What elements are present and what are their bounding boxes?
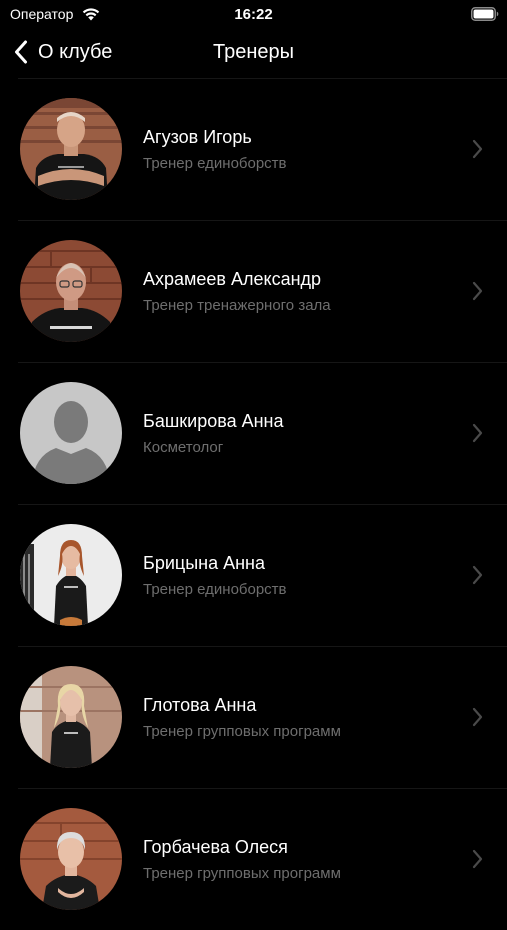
trainer-photo [20, 524, 122, 626]
avatar [20, 666, 122, 768]
trainer-name: Агузов Игорь [143, 127, 252, 147]
trainer-role: Тренер групповых программ [143, 723, 341, 740]
trainer-photo [20, 240, 122, 342]
trainer-role: Тренер единоборств [143, 155, 287, 172]
trainer-role: Косметолог [143, 439, 224, 456]
trainer-photo [20, 98, 122, 200]
placeholder-silhouette-icon [20, 382, 122, 484]
back-button-label: О клубе [38, 40, 113, 63]
chevron-right-icon [472, 281, 483, 301]
battery-icon [471, 7, 499, 21]
chevron-right-icon [472, 849, 483, 869]
chevron-right-icon [472, 139, 483, 159]
trainer-name: Брицына Анна [143, 553, 265, 573]
chevron-right-icon [472, 707, 483, 727]
trainer-row[interactable]: Брицына Анна Тренер единоборств [0, 504, 507, 646]
avatar [20, 240, 122, 342]
chevron-right-icon [472, 423, 483, 443]
trainer-photo [20, 808, 122, 910]
trainer-row[interactable]: Глотова Анна Тренер групповых программ [0, 646, 507, 788]
trainer-role: Тренер единоборств [143, 581, 287, 598]
trainer-name: Ахрамеев Александр [143, 269, 322, 289]
avatar [20, 382, 122, 484]
avatar [20, 524, 122, 626]
trainer-photo [20, 666, 122, 768]
trainer-row[interactable]: Горбачева Олеся Тренер групповых програм… [0, 788, 507, 930]
trainer-row[interactable]: Башкирова Анна Косметолог [0, 362, 507, 504]
trainer-role: Тренер групповых программ [143, 865, 341, 882]
trainer-role: Тренер тренажерного зала [143, 297, 331, 314]
chevron-right-icon [472, 565, 483, 585]
trainer-name: Глотова Анна [143, 695, 257, 715]
avatar [20, 98, 122, 200]
trainer-row[interactable]: Агузов Игорь Тренер единоборств [0, 78, 507, 220]
trainer-row[interactable]: Ахрамеев Александр Тренер тренажерного з… [0, 220, 507, 362]
clock: 16:22 [234, 6, 273, 23]
trainers-list: Агузов Игорь Тренер единоборств Ахрамеев… [0, 78, 507, 930]
status-bar: Оператор 16:22 [0, 0, 507, 28]
trainer-name: Горбачева Олеся [143, 837, 288, 857]
navigation-bar: О клубе Тренеры [0, 28, 507, 78]
trainer-name: Башкирова Анна [143, 411, 284, 431]
chevron-left-icon [15, 40, 27, 64]
avatar [20, 808, 122, 910]
back-button[interactable]: О клубе [14, 40, 112, 64]
